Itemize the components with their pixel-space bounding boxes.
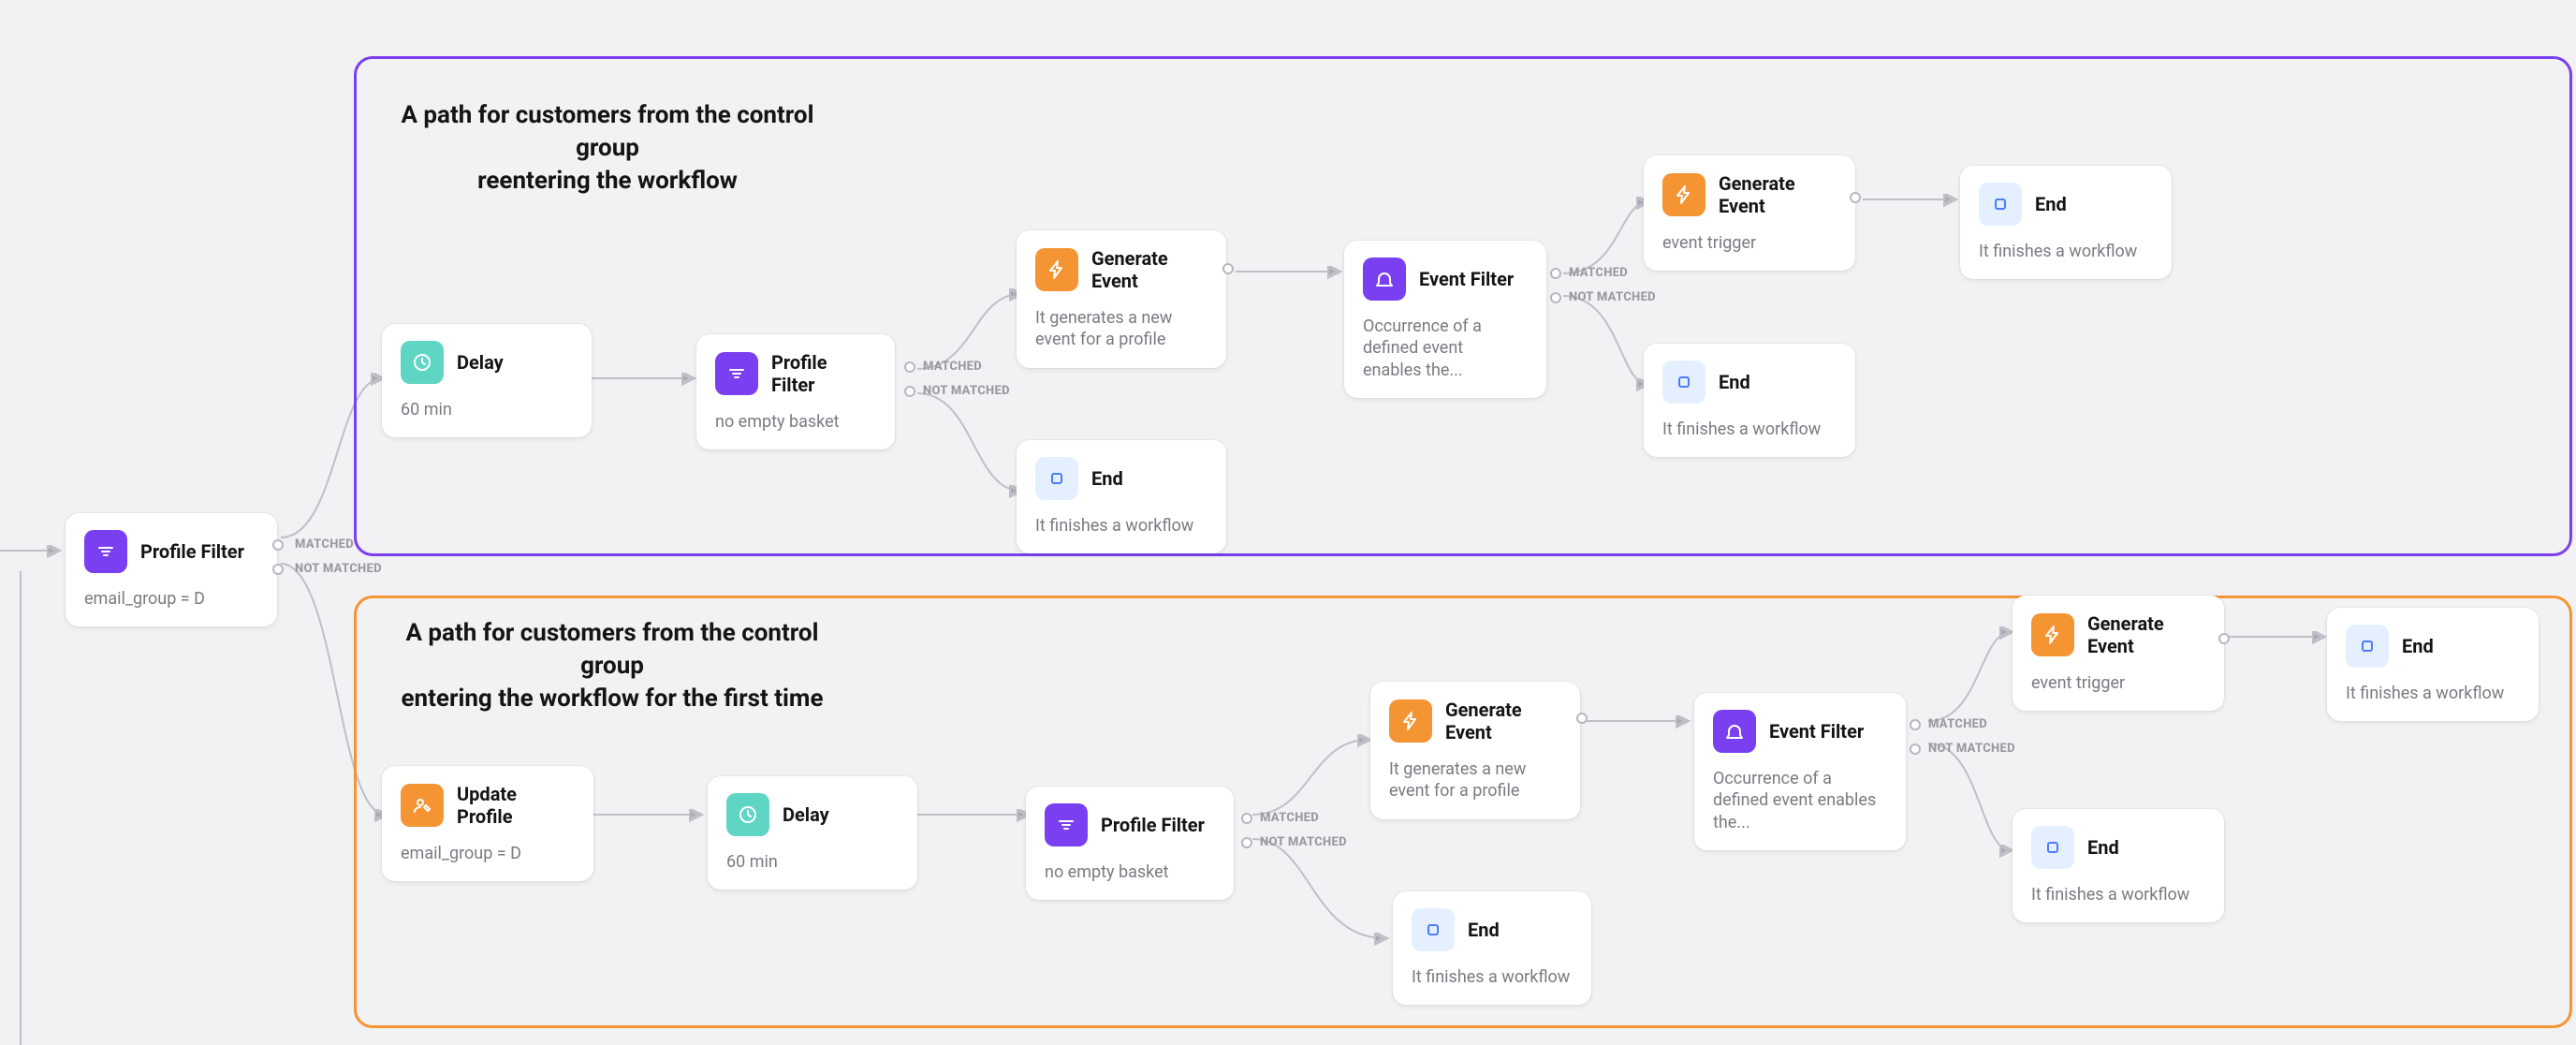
node-bot-generate-event-1[interactable]: Generate Event It generates a new event … [1370, 682, 1580, 819]
node-bot-end-1[interactable]: End It finishes a workflow [1393, 891, 1591, 1005]
node-title: End [2035, 193, 2067, 215]
node-subtitle: It finishes a workflow [1412, 966, 1573, 988]
node-title: Profile Filter [771, 351, 874, 396]
output-dot [272, 564, 284, 575]
node-subtitle: It finishes a workflow [2346, 683, 2520, 704]
node-subtitle: It finishes a workflow [1979, 241, 2153, 262]
node-top-end-3[interactable]: End It finishes a workflow [1960, 166, 2172, 279]
node-subtitle: It finishes a workflow [1035, 515, 1208, 537]
node-title: Generate Event [1091, 247, 1206, 292]
branch-matched: MATCHED [923, 360, 982, 374]
node-bot-update-profile[interactable]: Update Profile email_group = D [382, 766, 593, 881]
node-title: Event Filter [1769, 720, 1864, 743]
end-icon [1412, 908, 1455, 951]
node-top-delay[interactable]: Delay 60 min [382, 324, 592, 437]
output-dot [1550, 292, 1561, 303]
node-subtitle: email_group = D [84, 588, 256, 610]
node-root-profile-filter[interactable]: Profile Filter email_group = D [66, 513, 277, 626]
node-subtitle: It finishes a workflow [1662, 419, 1837, 440]
node-top-end-2[interactable]: End It finishes a workflow [1644, 344, 1855, 457]
node-title: Generate Event [2087, 612, 2203, 657]
node-top-end-1[interactable]: End It finishes a workflow [1017, 440, 1226, 553]
node-bot-generate-event-2[interactable]: Generate Event event trigger [2012, 596, 2224, 711]
branch-matched: MATCHED [1928, 717, 1987, 731]
node-top-profile-filter[interactable]: Profile Filter no empty basket [696, 334, 895, 449]
node-title: End [1719, 371, 1750, 393]
branch-not-matched: NOT MATCHED [1928, 742, 2015, 756]
output-dot [1576, 713, 1588, 724]
node-bot-end-2[interactable]: End It finishes a workflow [2012, 809, 2224, 922]
end-icon [1979, 183, 2022, 226]
filter-icon [715, 352, 758, 395]
end-icon [1035, 457, 1078, 500]
node-bot-end-3[interactable]: End It finishes a workflow [2327, 608, 2539, 721]
clock-icon [401, 341, 444, 384]
event-icon [1389, 699, 1432, 743]
node-subtitle: It generates a new event for a profile [1389, 758, 1559, 802]
branch-matched: MATCHED [295, 537, 354, 552]
node-subtitle: It generates a new event for a profile [1035, 307, 1206, 351]
node-title: End [2087, 836, 2119, 859]
region-title-bottom: A path for customers from the control gr… [388, 617, 837, 715]
node-title: Delay [783, 803, 829, 826]
filter-icon [1045, 803, 1088, 846]
event-icon [1035, 248, 1078, 291]
event-icon [2031, 613, 2074, 656]
node-top-generate-event-2[interactable]: Generate Event event trigger [1644, 155, 1855, 271]
node-subtitle: Occurrence of a defined event enables th… [1713, 768, 1885, 833]
node-title: Event Filter [1419, 268, 1514, 290]
output-dot [272, 539, 284, 551]
node-title: Profile Filter [1101, 814, 1205, 836]
output-dot [1222, 263, 1234, 274]
node-subtitle: Occurrence of a defined event enables th… [1363, 316, 1526, 381]
bell-icon [1363, 258, 1406, 301]
event-icon [1662, 173, 1705, 216]
node-title: Generate Event [1719, 172, 1835, 217]
node-title: End [2402, 635, 2434, 657]
end-icon [1662, 361, 1705, 404]
output-dot [904, 386, 915, 397]
workflow-canvas: A path for customers from the control gr… [0, 0, 2576, 1045]
node-title: End [1468, 919, 1500, 941]
end-icon [2346, 625, 2389, 668]
output-dot [1910, 719, 1921, 730]
branch-not-matched: NOT MATCHED [1569, 290, 1656, 304]
node-subtitle: no empty basket [715, 411, 874, 433]
filter-icon [84, 530, 127, 573]
node-subtitle: email_group = D [401, 843, 573, 864]
user-edit-icon [401, 784, 444, 827]
output-dot [1241, 813, 1252, 824]
output-dot [904, 361, 915, 373]
clock-icon [726, 793, 769, 836]
node-subtitle: event trigger [2031, 672, 2203, 694]
output-dot [1550, 268, 1561, 279]
node-bot-event-filter[interactable]: Event Filter Occurrence of a defined eve… [1694, 693, 1906, 850]
node-subtitle: 60 min [726, 851, 897, 873]
output-dot [1241, 837, 1252, 848]
node-title: Update Profile [457, 783, 573, 828]
node-subtitle: no empty basket [1045, 861, 1213, 883]
branch-matched: MATCHED [1260, 811, 1319, 825]
branch-matched: MATCHED [1569, 266, 1628, 280]
output-dot [2218, 633, 2230, 644]
branch-not-matched: NOT MATCHED [1260, 835, 1347, 849]
output-dot [1850, 192, 1861, 203]
branch-not-matched: NOT MATCHED [923, 384, 1010, 398]
node-title: Profile Filter [140, 540, 244, 563]
output-dot [1910, 743, 1921, 755]
end-icon [2031, 826, 2074, 869]
node-bot-profile-filter[interactable]: Profile Filter no empty basket [1026, 787, 1234, 900]
node-subtitle: 60 min [401, 399, 571, 420]
region-title-top: A path for customers from the control gr… [388, 99, 827, 198]
node-title: Generate Event [1445, 699, 1559, 743]
node-top-generate-event-1[interactable]: Generate Event It generates a new event … [1017, 230, 1226, 368]
node-top-event-filter[interactable]: Event Filter Occurrence of a defined eve… [1344, 241, 1546, 398]
node-subtitle: It finishes a workflow [2031, 884, 2205, 905]
bell-icon [1713, 710, 1756, 753]
node-title: End [1091, 467, 1123, 490]
node-title: Delay [457, 351, 504, 374]
node-subtitle: event trigger [1662, 232, 1835, 254]
node-bot-delay[interactable]: Delay 60 min [708, 776, 917, 890]
branch-not-matched: NOT MATCHED [295, 562, 382, 576]
